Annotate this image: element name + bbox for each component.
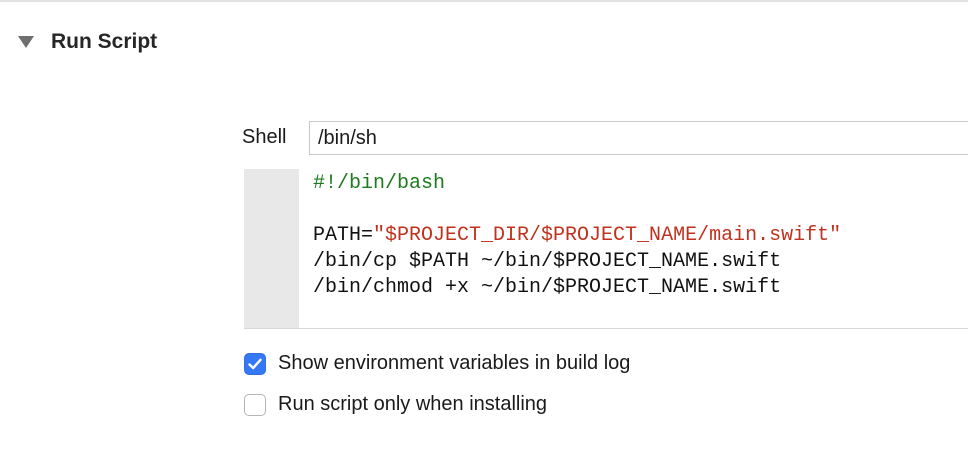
line-number-gutter xyxy=(244,169,299,328)
code-line-copy: /bin/cp $PATH ~/bin/$PROJECT_NAME.swift xyxy=(313,250,782,273)
code-line-chmod: /bin/chmod +x ~/bin/$PROJECT_NAME.swift xyxy=(313,276,782,299)
checkmark-icon xyxy=(248,358,262,369)
script-editor[interactable]: #!/bin/bash PATH="$PROJECT_DIR/$PROJECT_N… xyxy=(244,169,968,329)
code-line-path-assignment: PATH="$PROJECT_DIR/$PROJECT_NAME/main.sw… xyxy=(313,223,841,249)
code-line-shebang: #!/bin/bash xyxy=(313,172,446,195)
shell-label: Shell xyxy=(242,126,287,148)
code-token-string: "$PROJECT_DIR/$PROJECT_NAME/main.swift" xyxy=(373,224,842,247)
run-only-installing-label[interactable]: Run script only when installing xyxy=(278,393,547,416)
script-code[interactable]: #!/bin/bash PATH="$PROJECT_DIR/$PROJECT_N… xyxy=(313,171,841,301)
shell-input[interactable]: /bin/sh xyxy=(309,121,968,155)
show-env-vars-label[interactable]: Show environment variables in build log xyxy=(278,352,630,375)
show-env-vars-checkbox[interactable] xyxy=(244,352,266,375)
run-only-installing-checkbox[interactable] xyxy=(244,393,266,416)
run-script-phase-header[interactable]: Run Script xyxy=(18,28,157,56)
phase-title: Run Script xyxy=(51,30,158,53)
disclosure-triangle-down-icon[interactable] xyxy=(18,36,34,48)
top-divider xyxy=(0,0,968,2)
show-env-vars-option[interactable]: Show environment variables in build log xyxy=(244,352,630,375)
code-token-path-var: PATH= xyxy=(313,224,374,247)
run-only-installing-option[interactable]: Run script only when installing xyxy=(244,393,547,416)
